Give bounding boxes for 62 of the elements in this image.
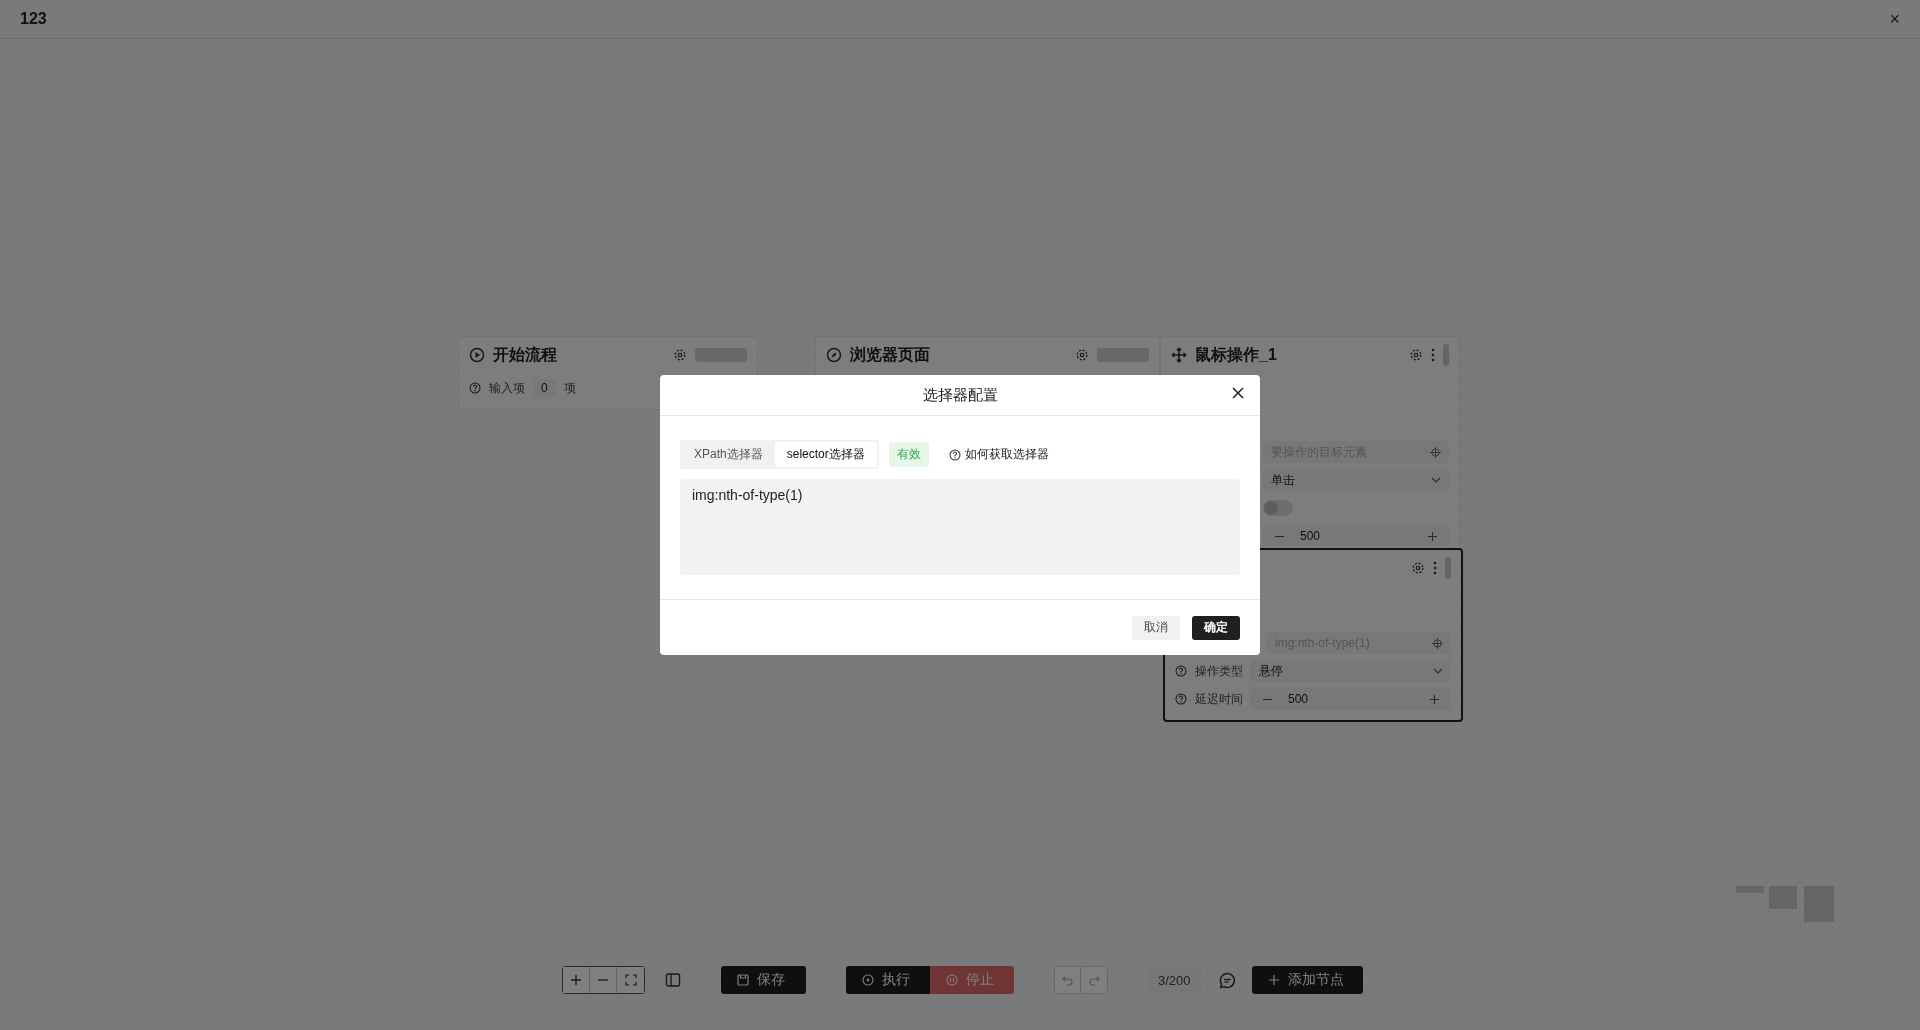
help-icon bbox=[948, 448, 961, 461]
count-value: 0 bbox=[533, 379, 556, 397]
status-badge: 有效 bbox=[888, 442, 929, 467]
dialog-title: 选择器配置 bbox=[922, 385, 998, 405]
select-field[interactable]: 悬停 bbox=[1251, 660, 1451, 682]
redo-icon bbox=[1088, 974, 1100, 986]
help-icon bbox=[469, 382, 481, 394]
plus-icon bbox=[1267, 974, 1280, 986]
fit-view-icon bbox=[624, 974, 637, 986]
zoom-out-button[interactable] bbox=[590, 967, 617, 993]
selector-tab[interactable]: selector选择器 bbox=[774, 442, 877, 467]
settings-icon[interactable] bbox=[673, 348, 687, 362]
number-stepper[interactable]: 500 bbox=[1263, 525, 1449, 547]
selector-tab[interactable]: XPath选择器 bbox=[682, 442, 775, 467]
fit-view-button[interactable] bbox=[617, 967, 644, 993]
settings-icon[interactable] bbox=[1409, 348, 1423, 362]
settings-icon[interactable] bbox=[1075, 348, 1089, 362]
toggle-switch[interactable] bbox=[1263, 500, 1293, 516]
node-title: 鼠标操作_1 bbox=[1195, 344, 1278, 365]
add-node-button[interactable]: 添加节点 bbox=[1251, 966, 1363, 994]
field-label: 输入项 bbox=[489, 379, 525, 397]
run-button[interactable]: 执行 bbox=[846, 966, 930, 994]
confirm-button[interactable]: 确定 bbox=[1192, 615, 1240, 640]
sidebar-toggle-icon bbox=[665, 972, 681, 988]
help-icon bbox=[1175, 665, 1187, 677]
crosshair-icon[interactable] bbox=[1432, 637, 1443, 649]
plus-icon bbox=[570, 974, 582, 986]
zoom-in-button[interactable] bbox=[563, 967, 590, 993]
field-label: 操作类型 bbox=[1195, 662, 1243, 680]
close-button[interactable] bbox=[1230, 385, 1246, 401]
number-stepper[interactable]: 500 bbox=[1251, 688, 1451, 710]
chevron-down-icon bbox=[1431, 477, 1441, 483]
sidebar-toggle-button[interactable] bbox=[665, 972, 681, 988]
compass-icon bbox=[826, 347, 842, 363]
help-icon bbox=[1175, 693, 1187, 705]
play-icon bbox=[469, 347, 485, 363]
play-icon bbox=[862, 974, 874, 986]
settings-icon[interactable] bbox=[1411, 561, 1425, 575]
comment-icon bbox=[1218, 971, 1236, 989]
field-label: 延迟时间 bbox=[1195, 690, 1243, 708]
more-icon[interactable] bbox=[1431, 348, 1435, 362]
move-icon bbox=[1171, 347, 1187, 363]
scrollbar bbox=[1445, 557, 1451, 579]
save-icon bbox=[737, 974, 749, 986]
chevron-down-icon bbox=[1433, 668, 1443, 674]
cancel-button[interactable]: 取消 bbox=[1132, 615, 1180, 640]
undo-icon bbox=[1061, 974, 1074, 986]
node-title: 浏览器页面 bbox=[850, 344, 931, 365]
window-title: 123 bbox=[20, 10, 47, 28]
close-button[interactable]: × bbox=[1889, 8, 1900, 30]
node-title: 开始流程 bbox=[493, 344, 558, 365]
scrollbar bbox=[1443, 344, 1449, 366]
pause-icon bbox=[946, 974, 958, 986]
close-icon bbox=[1232, 387, 1244, 399]
comment-button[interactable] bbox=[1218, 971, 1236, 989]
select-field[interactable]: 单击 bbox=[1263, 469, 1449, 491]
more-icon[interactable] bbox=[1433, 561, 1437, 575]
crosshair-icon[interactable] bbox=[1430, 446, 1441, 458]
save-button[interactable]: 保存 bbox=[721, 966, 806, 994]
unit-label: 项 bbox=[563, 379, 576, 397]
selector-input[interactable]: img:nth-of-type(1) bbox=[680, 479, 1240, 575]
help-link[interactable]: 如何获取选择器 bbox=[948, 446, 1049, 463]
